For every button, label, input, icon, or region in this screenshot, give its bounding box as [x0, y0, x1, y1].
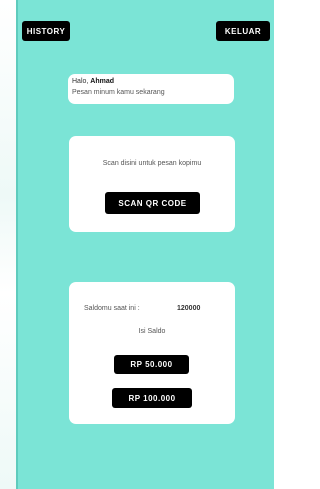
- greeting-line: Halo, Ahmad: [72, 78, 114, 85]
- topup-100000-button[interactable]: RP 100.000: [112, 388, 192, 408]
- isi-saldo-label: Isi Saldo: [138, 328, 166, 335]
- greeting-prefix: Halo,: [72, 78, 91, 85]
- saldo-card: Saldomu saat ini : 120000 Isi Saldo RP 5…: [69, 282, 235, 424]
- keluar-button[interactable]: KELUAR: [216, 21, 270, 41]
- saldo-label: Saldomu saat ini :: [84, 305, 140, 312]
- greeting-card: Halo, Ahmad Pesan minum kamu sekarang: [68, 74, 234, 104]
- left-edge-decoration: [0, 0, 16, 489]
- app-screen: HISTORY KELUAR Halo, Ahmad Pesan minum k…: [16, 0, 274, 489]
- scan-instruction: Scan disini untuk pesan kopimu: [102, 160, 202, 167]
- scan-card: Scan disini untuk pesan kopimu SCAN QR C…: [69, 136, 235, 232]
- topup-50000-button[interactable]: RP 50.000: [114, 355, 189, 374]
- greeting-prompt: Pesan minum kamu sekarang: [72, 89, 165, 96]
- saldo-value: 120000: [177, 305, 201, 312]
- user-name: Ahmad: [90, 78, 115, 85]
- history-button[interactable]: HISTORY: [22, 21, 70, 41]
- scan-qr-button[interactable]: SCAN QR CODE: [105, 192, 200, 214]
